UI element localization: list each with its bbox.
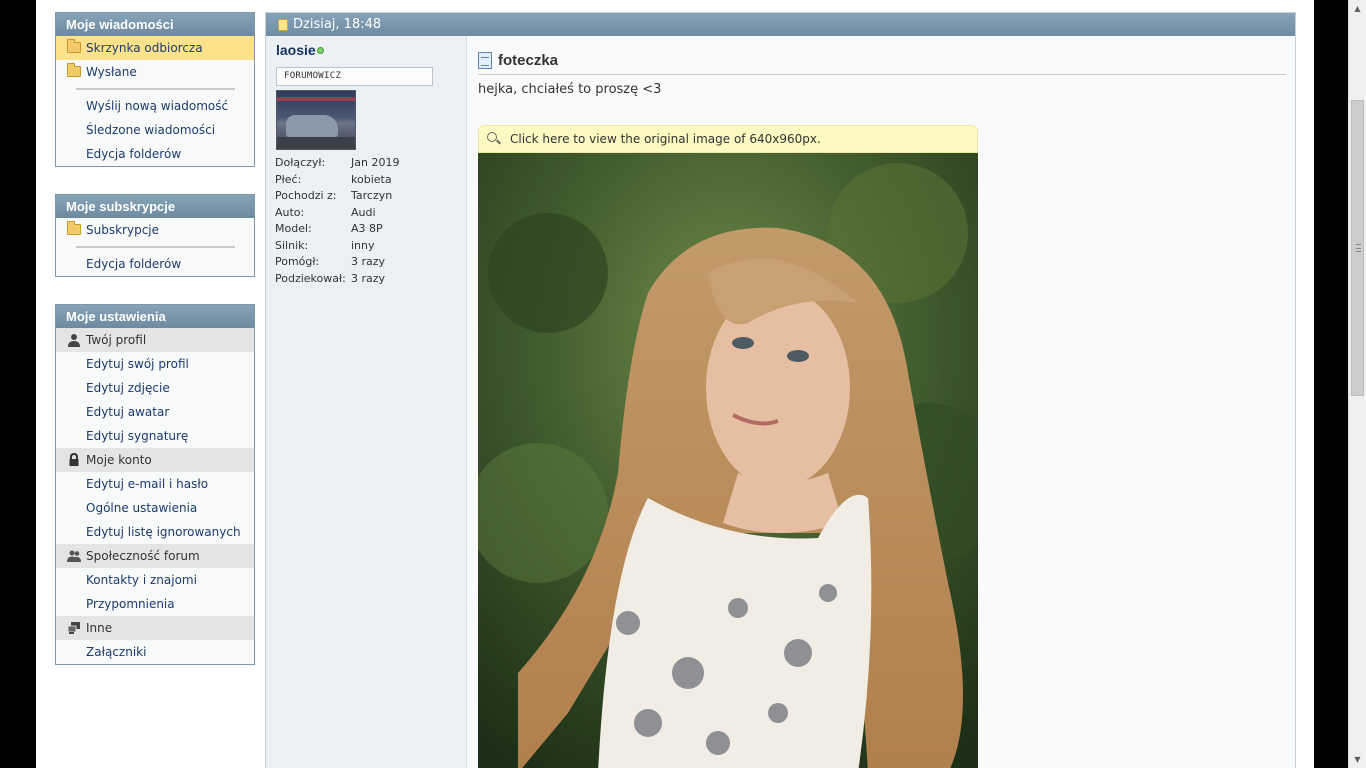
fact-row: Model: A3 8P — [275, 222, 465, 239]
fact-key: Pomógł: — [275, 255, 320, 268]
link-edit-picture[interactable]: Edytuj zdjęcie — [56, 376, 254, 400]
fact-row: Podziekował: 3 razy — [275, 272, 465, 289]
folder-label: Subskrypcje — [86, 223, 160, 237]
section-label: Inne — [86, 621, 113, 635]
settings-block-header: Moje ustawienia — [56, 305, 254, 328]
fact-key: Silnik: — [275, 238, 309, 252]
section-other: Inne — [56, 616, 254, 640]
link-reminders[interactable]: Przypomnienia — [56, 592, 254, 616]
post-status-icon — [278, 19, 288, 31]
link-edit-avatar[interactable]: Edytuj awatar — [56, 400, 254, 424]
attachments-icon — [67, 622, 80, 634]
section-label: Twój profil — [86, 333, 147, 347]
user-rank: FORUMOWICZ — [276, 67, 433, 86]
messages-block: Moje wiadomości Skrzynka odbiorcza Wysła… — [55, 12, 255, 167]
link-edit-ignore-list[interactable]: Edytuj listę ignorowanych — [56, 520, 254, 544]
link-edit-signature[interactable]: Edytuj sygnaturę — [56, 424, 254, 448]
image-note-text: Click here to view the original image of… — [510, 132, 821, 146]
divider — [56, 242, 254, 252]
folder-icon — [67, 39, 81, 53]
folder-subscriptions[interactable]: Subskrypcje — [56, 218, 254, 242]
fact-value: Audi — [351, 205, 376, 219]
fact-row: Dołączył: Jan 2019 — [275, 156, 465, 173]
post-title: foteczka — [478, 49, 1286, 75]
link-attachments[interactable]: Załączniki — [56, 640, 254, 664]
avatar-ground — [277, 137, 355, 149]
fact-key: Auto: — [275, 205, 305, 219]
post-body: hejka, chciałeś to proszę <3 — [478, 82, 662, 97]
section-profile: Twój profil — [56, 328, 254, 352]
post-image[interactable] — [478, 153, 978, 768]
vertical-scrollbar[interactable]: ▲ ▼ — [1348, 0, 1366, 768]
post: Dzisiaj, 18:48 laosie FORUMOWICZ Dołączy… — [265, 12, 1296, 768]
fact-row: Płeć: kobieta — [275, 173, 465, 190]
folder-label: Wysłane — [86, 65, 137, 79]
folder-sent[interactable]: Wysłane — [56, 60, 254, 84]
user-facts: Dołączył: Jan 2019 Płeć: kobieta Pochodzi … — [275, 156, 465, 288]
fact-value: A3 8P — [351, 222, 383, 235]
fact-row: Silnik: inny — [275, 239, 465, 256]
fact-row: Auto: Audi — [275, 206, 465, 223]
fact-value: 3 razy — [351, 271, 386, 285]
fact-row: Pochodzi z: Tarczyn — [275, 189, 465, 206]
post-date: Dzisiaj, 18:48 — [293, 17, 382, 32]
scroll-thumb[interactable] — [1351, 100, 1364, 396]
link-edit-folders[interactable]: Edycja folderów — [56, 142, 254, 166]
avatar-light — [277, 97, 355, 101]
scroll-up-icon[interactable]: ▲ — [1349, 0, 1366, 17]
view-original-image-link[interactable]: Click here to view the original image of… — [478, 125, 978, 153]
users-icon — [67, 550, 81, 562]
folder-icon — [67, 221, 81, 235]
avatar[interactable] — [276, 90, 356, 150]
grip-icon — [1356, 244, 1361, 252]
scroll-down-icon[interactable]: ▼ — [1349, 751, 1366, 768]
subscriptions-block-header: Moje subskrypcje — [56, 195, 254, 218]
post-title-text: foteczka — [498, 52, 559, 69]
section-label: Społeczność forum — [86, 549, 200, 563]
section-account: Moje konto — [56, 448, 254, 472]
fact-value: Tarczyn — [351, 189, 393, 202]
page: Moje wiadomości Skrzynka odbiorcza Wysła… — [36, 0, 1314, 768]
section-label: Moje konto — [86, 453, 152, 467]
fact-key: Płeć: — [275, 172, 302, 186]
link-edit-email-password[interactable]: Edytuj e-mail i hasło — [56, 472, 254, 496]
messages-block-header: Moje wiadomości — [56, 13, 254, 36]
folder-inbox[interactable]: Skrzynka odbiorcza — [56, 36, 254, 60]
fact-row: Pomógł: 3 razy — [275, 255, 465, 272]
fact-key: Dołączył: — [275, 156, 326, 169]
folder-icon — [67, 63, 81, 77]
link-general-settings[interactable]: Ogólne ustawienia — [56, 496, 254, 520]
portrait-photo — [478, 153, 978, 768]
link-edit-folders[interactable]: Edycja folderów — [56, 252, 254, 276]
link-tracked-messages[interactable]: Śledzone wiadomości — [56, 118, 254, 142]
fact-value: inny — [351, 238, 375, 252]
subscriptions-block: Moje subskrypcje Subskrypcje Edycja fold… — [55, 194, 255, 277]
fact-value: 3 razy — [351, 255, 386, 268]
fact-key: Model: — [275, 222, 312, 235]
user-info: laosie FORUMOWICZ Dołączył: Jan 2019 Płeć… — [266, 36, 467, 768]
document-icon — [478, 52, 492, 69]
fact-value: kobieta — [351, 172, 392, 186]
post-header: Dzisiaj, 18:48 — [266, 13, 1295, 36]
zoom-icon — [487, 132, 497, 142]
user-icon — [68, 334, 80, 347]
fact-key: Pochodzi z: — [275, 189, 337, 202]
fact-key: Podziekował: — [275, 271, 346, 285]
fact-value: Jan 2019 — [351, 156, 400, 169]
settings-block: Moje ustawienia Twój profil Edytuj swój … — [55, 304, 255, 665]
author-name[interactable]: laosie — [276, 42, 316, 58]
link-new-message[interactable]: Wyślij nową wiadomość — [56, 94, 254, 118]
section-community: Społeczność forum — [56, 544, 254, 568]
link-edit-profile[interactable]: Edytuj swój profil — [56, 352, 254, 376]
online-status-icon — [317, 47, 324, 54]
avatar-car — [286, 115, 338, 137]
lock-icon — [69, 453, 79, 466]
divider — [56, 84, 254, 94]
link-contacts-friends[interactable]: Kontakty i znajomi — [56, 568, 254, 592]
folder-label: Skrzynka odbiorcza — [86, 41, 203, 55]
